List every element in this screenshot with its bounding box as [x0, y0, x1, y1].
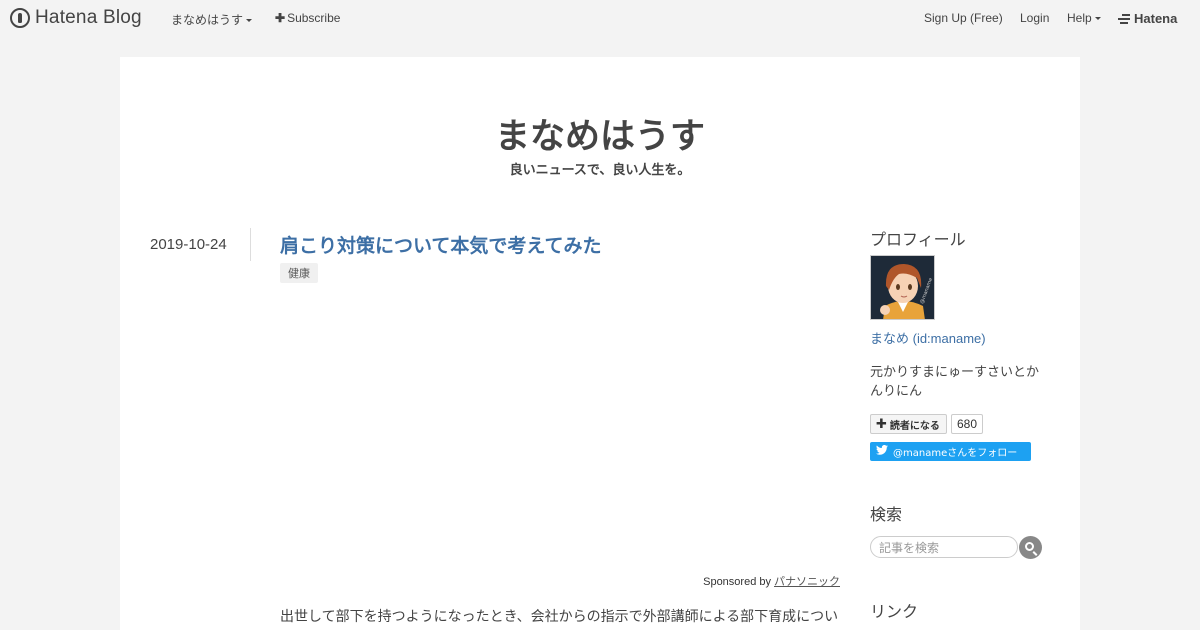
help-menu[interactable]: Help [1067, 11, 1101, 25]
reader-button-label: 読者になる [889, 420, 940, 432]
blog-container: まなめはうす 良いニュースで、良い人生を。 2019-10-24 肩こり対策につ… [120, 57, 1080, 630]
become-reader-button[interactable]: ✚ 読者になる [870, 414, 947, 434]
blog-menu[interactable]: まなめはうす [171, 11, 253, 28]
hatena-blog-logo[interactable]: Hatena Blog [10, 7, 142, 29]
hatena-logo-icon [1118, 13, 1132, 24]
reader-count[interactable]: 680 [951, 414, 984, 434]
sponsor-link[interactable]: パナソニック [774, 576, 840, 588]
entry-date[interactable]: 2019-10-24 [150, 236, 227, 253]
profile-bio: 元かりすまにゅーすさいとかんりにん [870, 365, 1040, 399]
hatena-brand-label: Hatena [1134, 11, 1178, 26]
twitter-follow-label: @manameさんをフォロー [893, 448, 1018, 459]
signup-link[interactable]: Sign Up (Free) [924, 11, 1003, 25]
ad-area [280, 287, 840, 567]
login-link[interactable]: Login [1020, 11, 1049, 25]
help-label: Help [1067, 11, 1092, 25]
search-icon [1025, 542, 1034, 551]
hatena-logo[interactable]: Hatena [1118, 11, 1177, 26]
profile-heading: プロフィール [870, 230, 966, 249]
hatena-blog-logo-icon [10, 8, 30, 28]
search-input[interactable]: 記事を検索 [870, 536, 1018, 558]
entry-body-text: 出世して部下を持つようになったとき、会社からの指示で外部講師による部下育成につい [280, 609, 839, 625]
search-heading: 検索 [870, 505, 903, 524]
search-button[interactable] [1019, 536, 1042, 559]
blog-description: 良いニュースで、良い人生を。 [509, 163, 691, 178]
global-header: Hatena Blog まなめはうす ✚ Subscribe Sign Up (F… [0, 0, 1200, 36]
subscribe-button[interactable]: ✚ Subscribe [275, 11, 340, 25]
plus-icon: ✚ [876, 416, 887, 432]
link-heading: リンク [870, 602, 919, 621]
caret-down-icon [1094, 17, 1101, 21]
caret-down-icon [246, 19, 253, 23]
profile-name-link[interactable]: まなめ (id:maname) [870, 328, 986, 347]
avatar[interactable]: @maname [870, 255, 935, 320]
blog-title[interactable]: まなめはうす [120, 108, 1080, 159]
date-divider [250, 228, 251, 261]
category-tag[interactable]: 健康 [280, 263, 318, 283]
blog-menu-label: まなめはうす [171, 13, 244, 27]
sponsored-prefix: Sponsored by [703, 576, 771, 588]
sponsored-note: Sponsored by パナソニック [540, 573, 840, 589]
twitter-bird-icon [876, 444, 888, 458]
entry-title[interactable]: 肩こり対策について本気で考えてみた [280, 231, 601, 258]
logo-text: Hatena Blog [35, 7, 142, 28]
subscribe-label: Subscribe [287, 11, 341, 25]
twitter-follow-button[interactable]: @manameさんをフォロー [870, 442, 1031, 461]
plus-icon: ✚ [275, 11, 286, 25]
